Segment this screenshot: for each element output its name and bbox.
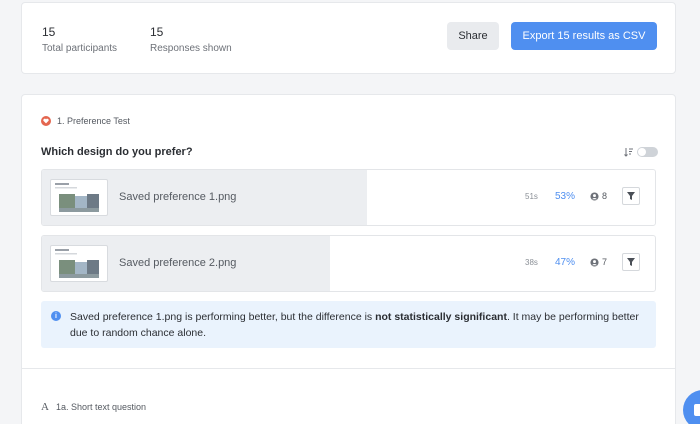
person-icon	[590, 191, 599, 201]
filter-icon	[627, 192, 635, 200]
option-count-value: 8	[602, 191, 608, 201]
info-text-before: Saved preference 1.png is performing bet…	[70, 311, 376, 323]
heart-icon	[41, 116, 51, 126]
option-thumbnail	[50, 245, 108, 282]
option-percent: 53%	[555, 191, 576, 202]
option-count: 8	[590, 191, 607, 201]
preference-option[interactable]: Saved preference 1.png 51s 53% 8	[41, 169, 656, 226]
option-name: Saved preference 1.png	[119, 191, 237, 203]
total-participants-value: 15	[42, 25, 56, 39]
chat-icon	[694, 404, 700, 416]
text-A-icon: A	[41, 401, 49, 413]
question-text: Which design do you prefer?	[41, 146, 193, 158]
question-card: 1. Preference Test Which design do you p…	[21, 94, 676, 424]
responses-shown-value: 15	[150, 25, 164, 39]
export-csv-button[interactable]: Export 15 results as CSV	[511, 22, 657, 50]
filter-button[interactable]	[622, 253, 640, 271]
person-icon	[590, 257, 599, 267]
question-type-label: 1. Preference Test	[57, 116, 130, 126]
info-icon: i	[51, 311, 61, 321]
question-type-header: 1. Preference Test	[41, 116, 130, 126]
option-percent: 47%	[555, 257, 576, 268]
sort-toggle[interactable]	[624, 147, 658, 157]
filter-button[interactable]	[622, 187, 640, 205]
info-text: Saved preference 1.png is performing bet…	[70, 309, 650, 341]
option-time: 51s	[525, 192, 538, 201]
option-time: 38s	[525, 258, 538, 267]
filter-icon	[627, 258, 635, 266]
option-count: 7	[590, 257, 607, 267]
total-participants-stat: 15 Total participants	[42, 25, 117, 56]
info-text-bold: not statistically significant	[375, 311, 507, 323]
summary-card: 15 Total participants 15 Responses shown…	[21, 2, 676, 74]
responses-shown-label: Responses shown	[150, 43, 232, 54]
section-divider	[22, 368, 675, 369]
sort-toggle-switch[interactable]	[637, 147, 658, 157]
option-count-value: 7	[602, 257, 608, 267]
significance-info-banner: i Saved preference 1.png is performing b…	[41, 301, 656, 348]
total-participants-label: Total participants	[42, 43, 118, 54]
preference-option[interactable]: Saved preference 2.png 38s 47% 7	[41, 235, 656, 292]
sort-icon	[624, 148, 633, 157]
sub-question-header: A 1a. Short text question	[41, 401, 146, 413]
responses-shown-stat: 15 Responses shown	[150, 25, 232, 56]
option-name: Saved preference 2.png	[119, 257, 237, 269]
chat-launcher-button[interactable]	[683, 390, 700, 424]
sub-question-label: 1a. Short text question	[55, 402, 147, 412]
option-thumbnail	[50, 179, 108, 216]
share-button[interactable]: Share	[447, 22, 499, 50]
